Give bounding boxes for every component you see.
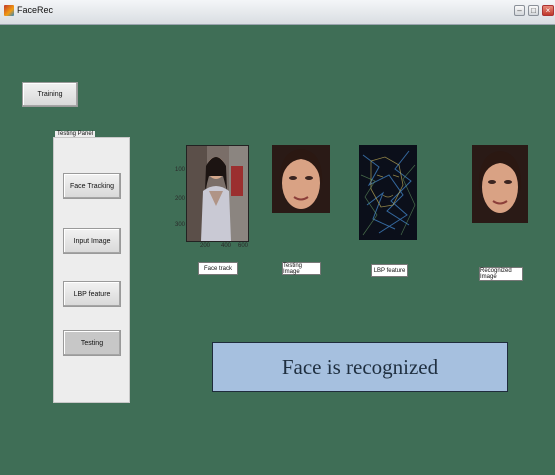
- y-tick-label: 200: [175, 196, 186, 202]
- close-button[interactable]: ×: [542, 5, 554, 16]
- y-tick-label: 300: [175, 222, 186, 228]
- recognized-image: [472, 145, 528, 238]
- testing-panel-title: Testing Panel: [55, 131, 96, 137]
- minimize-button[interactable]: –: [514, 5, 525, 16]
- face-track-image: [186, 145, 249, 242]
- y-tick-label: 100: [175, 167, 186, 173]
- input-image-button[interactable]: Input Image: [63, 228, 121, 254]
- window-title: FaceRec: [17, 5, 54, 15]
- x-tick-label: 400: [221, 243, 232, 249]
- lbp-feature-label: LBP feature: [371, 264, 408, 277]
- lbp-feature-image: [359, 145, 417, 240]
- recognized-image-label: Recognized Image: [479, 267, 523, 281]
- title-bar: FaceRec – □ ×: [0, 0, 555, 25]
- face-tracking-button[interactable]: Face Tracking: [63, 173, 121, 199]
- result-message: Face is recognized: [212, 342, 508, 392]
- lbp-feature-button[interactable]: LBP feature: [63, 281, 121, 307]
- x-tick-label: 600: [238, 243, 249, 249]
- testing-button[interactable]: Testing: [63, 330, 121, 356]
- x-tick-label: 200: [200, 243, 211, 249]
- app-icon: [4, 5, 14, 16]
- testing-image: [272, 145, 330, 213]
- face-track-label: Face track: [198, 262, 238, 275]
- testing-image-label: Testing Image: [282, 262, 321, 275]
- maximize-button[interactable]: □: [528, 5, 539, 16]
- training-button[interactable]: Training: [22, 82, 78, 107]
